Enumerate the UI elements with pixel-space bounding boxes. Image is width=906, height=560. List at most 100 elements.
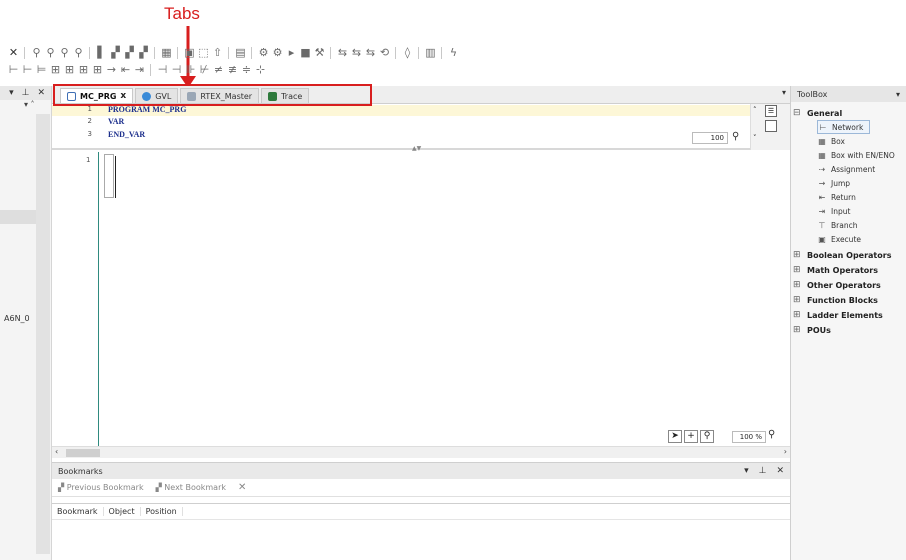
splitter-grip-icon[interactable]: ▲▼ xyxy=(412,145,421,152)
toolbox-group-pous[interactable]: ⊞ POUs xyxy=(791,323,831,337)
set-icon[interactable]: ≠ xyxy=(213,63,224,77)
tab-mc-prg[interactable]: MC_PRG x xyxy=(60,88,134,103)
close-icon[interactable]: ✕ xyxy=(776,466,784,476)
find-replace-icon[interactable]: ⚲ xyxy=(45,46,56,60)
scrollbar-thumb[interactable] xyxy=(66,449,100,457)
collapse-icon[interactable]: ⊟ xyxy=(793,108,801,118)
scroll-left-icon[interactable]: ‹ xyxy=(55,447,58,456)
scroll-up-icon[interactable]: ˄ xyxy=(753,106,757,114)
contact-insert-icon[interactable]: ⊣ xyxy=(157,63,168,77)
bookmark-clear-icon[interactable]: ▞ xyxy=(138,46,149,60)
move-icon[interactable]: + xyxy=(684,430,698,443)
find-next-icon[interactable]: ⚲ xyxy=(59,46,70,60)
expand-icon[interactable]: ⊞ xyxy=(793,325,801,335)
return-insert-icon[interactable]: ⇤ xyxy=(120,63,131,77)
expand-icon[interactable]: ⊞ xyxy=(793,310,801,320)
debug-icon[interactable]: ⚒ xyxy=(314,46,325,60)
tab-trace[interactable]: Trace xyxy=(261,88,310,103)
expand-icon[interactable]: ⊞ xyxy=(793,280,801,290)
trace-icon[interactable]: ▥ xyxy=(425,46,436,60)
bookmark-toggle-icon[interactable]: ▌ xyxy=(96,46,107,60)
find-prev-icon[interactable]: ⚲ xyxy=(73,46,84,60)
left-dock-selected-row[interactable] xyxy=(0,210,36,224)
expand-icon[interactable]: ⊞ xyxy=(793,295,801,305)
toolbox-item-network[interactable]: ⊢ Network xyxy=(817,120,871,134)
network-comment-icon[interactable]: ⊨ xyxy=(36,63,47,77)
code-line[interactable]: 3 END_VAR xyxy=(52,130,752,141)
zoom-tool-icon[interactable]: ⚲ xyxy=(700,430,714,443)
select-pointer-icon[interactable]: ➤ xyxy=(668,430,682,443)
stop-icon[interactable]: ⚙ xyxy=(272,46,283,60)
tabular-view-button[interactable] xyxy=(765,120,777,132)
halt-icon[interactable]: ■ xyxy=(300,46,311,60)
scroll-down-icon[interactable]: ˅ xyxy=(753,134,757,142)
breakpoint-icon[interactable]: ◊ xyxy=(402,46,413,60)
delete-icon[interactable]: ✕ xyxy=(8,46,19,60)
implementation-editor[interactable]: 1 ➤ + ⚲ 100 % ⚲ xyxy=(52,152,790,446)
toolbox-group-other-operators[interactable]: ⊞ Other Operators xyxy=(791,278,881,292)
horizontal-scrollbar[interactable]: ‹ › xyxy=(52,446,790,458)
network-insert-icon[interactable]: ⊢ xyxy=(8,63,19,77)
tab-rtex-master[interactable]: RTEX_Master xyxy=(180,88,260,103)
online-icon[interactable]: ▣ xyxy=(184,46,195,60)
negate-icon[interactable]: ⊬ xyxy=(199,63,210,77)
toolbox-item-box[interactable]: ▦ Box xyxy=(817,134,845,148)
login-icon[interactable]: ⬚ xyxy=(198,46,209,60)
reset-icon[interactable]: ≢ xyxy=(227,63,238,77)
lightning-icon[interactable]: ϟ xyxy=(448,46,459,60)
pin-icon[interactable]: ⊥ xyxy=(759,466,767,476)
left-dock-scrollbar[interactable] xyxy=(36,114,50,554)
find-icon[interactable]: ⚲ xyxy=(31,46,42,60)
box-en-insert-icon[interactable]: ⊞ xyxy=(64,63,75,77)
tab-list-dropdown-icon[interactable]: ▾ xyxy=(782,88,786,97)
zoom-icon[interactable]: ⚲ xyxy=(768,429,775,440)
toolbox-item-jump[interactable]: → Jump xyxy=(817,176,850,190)
code-line[interactable]: 2 VAR xyxy=(52,117,752,128)
bookmark-next-icon[interactable]: ▞ xyxy=(110,46,121,60)
network-box[interactable] xyxy=(104,154,114,198)
code-line[interactable]: 1 PROGRAM MC_PRG xyxy=(52,105,752,116)
column-header[interactable]: Bookmark xyxy=(52,507,104,516)
assignment-insert-icon[interactable]: ⊞ xyxy=(78,63,89,77)
previous-bookmark-button[interactable]: ▞ Previous Bookmark xyxy=(58,483,144,492)
expand-icon[interactable]: ⊞ xyxy=(793,265,801,275)
compile-icon[interactable]: ▦ xyxy=(161,46,172,60)
toolbox-group-math-operators[interactable]: ⊞ Math Operators xyxy=(791,263,878,277)
toolbox-group-function-blocks[interactable]: ⊞ Function Blocks xyxy=(791,293,878,307)
toolbox-item-branch[interactable]: ⊤ Branch xyxy=(817,218,858,232)
dropdown-icon[interactable]: ▾ xyxy=(744,466,749,476)
run-icon[interactable]: ⚙ xyxy=(258,46,269,60)
network-insert-below-icon[interactable]: ⊢ xyxy=(22,63,33,77)
input-insert-icon[interactable]: ⊞ xyxy=(92,63,103,77)
device-icon[interactable]: ▤ xyxy=(235,46,246,60)
declaration-editor[interactable]: 1 PROGRAM MC_PRG 2 VAR 3 END_VAR 100 ⚲ ▲… xyxy=(52,104,790,152)
box-insert-icon[interactable]: ⊞ xyxy=(50,63,61,77)
declaration-zoom-field[interactable]: 100 xyxy=(692,132,728,144)
collapse-icon[interactable]: ▾ ˄ xyxy=(24,100,35,109)
logout-icon[interactable]: ⇧ xyxy=(212,46,223,60)
expand-icon[interactable]: ⊞ xyxy=(793,250,801,260)
step-into-icon[interactable]: ⇆ xyxy=(351,46,362,60)
toolbox-group-ladder-elements[interactable]: ⊞ Ladder Elements xyxy=(791,308,883,322)
toolbox-group-boolean-operators[interactable]: ⊞ Boolean Operators xyxy=(791,248,891,262)
jump-insert-icon[interactable]: → xyxy=(106,63,117,77)
cursor-step-icon[interactable]: ⟲ xyxy=(379,46,390,60)
next-bookmark-button[interactable]: ▞ Next Bookmark xyxy=(156,483,226,492)
tab-gvl[interactable]: GVL xyxy=(135,88,179,103)
coil-insert-icon[interactable]: ⊣ xyxy=(171,63,182,77)
dropdown-icon[interactable]: ▾ xyxy=(896,90,900,99)
toolbox-group-general[interactable]: ⊟ General xyxy=(791,106,842,120)
branch-insert-icon[interactable]: ⊹ xyxy=(255,63,266,77)
delete-bookmark-icon[interactable]: ✕ xyxy=(238,482,246,493)
textual-view-button[interactable]: ☰ xyxy=(765,105,777,117)
toolbox-item-input[interactable]: ⇥ Input xyxy=(817,204,851,218)
edge-icon[interactable]: ≑ xyxy=(241,63,252,77)
column-header[interactable]: Object xyxy=(104,507,141,516)
pin-icon[interactable]: ⊥ xyxy=(22,88,30,98)
execute-insert-icon[interactable]: ⇥ xyxy=(134,63,145,77)
implementation-zoom-field[interactable]: 100 % xyxy=(732,431,766,443)
toolbox-item-execute[interactable]: ▣ Execute xyxy=(817,232,861,246)
dropdown-icon[interactable]: ▾ xyxy=(9,88,14,98)
scroll-right-icon[interactable]: › xyxy=(784,447,787,456)
tab-close-icon[interactable]: x xyxy=(120,91,126,101)
